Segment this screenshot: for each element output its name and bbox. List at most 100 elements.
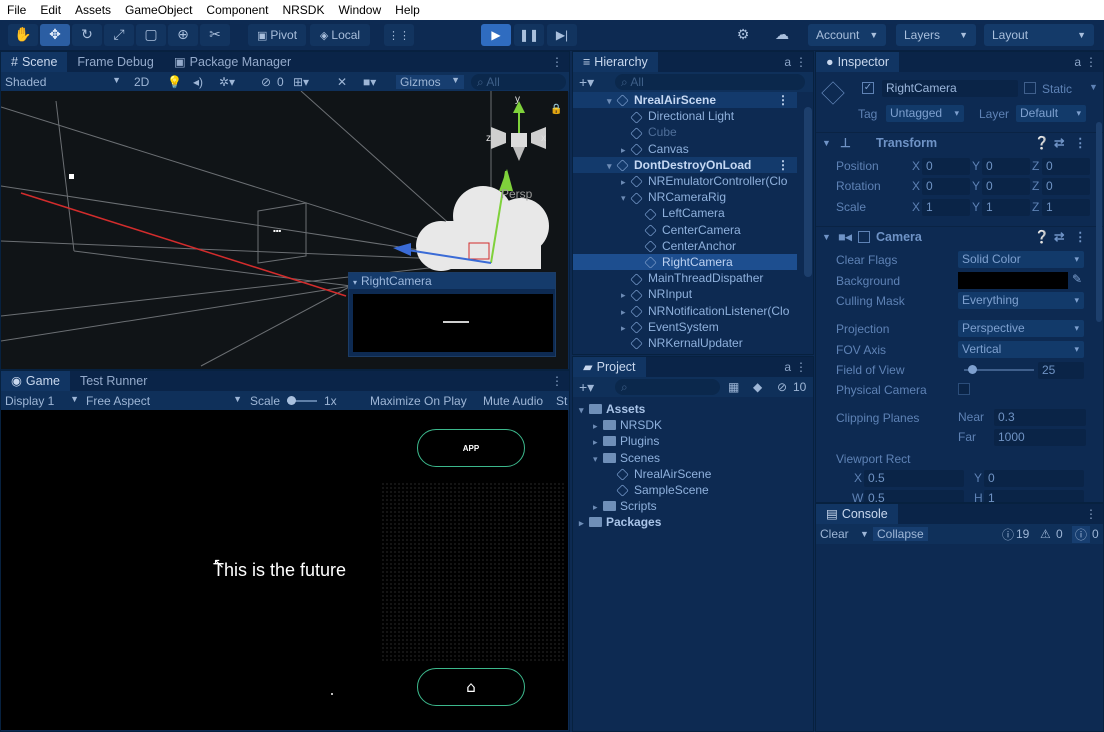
object-name-field[interactable]: RightCamera — [882, 80, 1018, 97]
2d-toggle[interactable]: 2D — [134, 75, 149, 89]
panel-menu-icon[interactable]: ⋮ — [551, 55, 563, 69]
fov-field[interactable]: 25 — [1038, 362, 1084, 379]
tools-icon[interactable]: ✕ — [337, 75, 347, 89]
fold-arrow-icon[interactable]: ▸ — [593, 499, 603, 515]
menu-component[interactable]: Component — [199, 0, 275, 20]
hidden-packages-icon[interactable]: ⊘ — [777, 380, 787, 394]
menu-help[interactable]: Help — [388, 0, 427, 20]
position-z-axis-label[interactable]: Z — [1032, 159, 1039, 173]
project-row[interactable]: ▾ Assets — [579, 401, 645, 417]
account-dropdown[interactable]: Account ▼ — [808, 24, 886, 46]
scene-viewport[interactable]: ▪▪▪ Persp y z x 🔒 ▾ RightCamera — [1, 91, 568, 369]
hand-tool-button[interactable]: ✋ — [8, 24, 38, 46]
hierarchy-row[interactable]: CenterAnchor — [573, 238, 797, 254]
tab-inspector[interactable]: ● Inspector — [816, 52, 899, 72]
scene-menu-icon[interactable]: ⋮ — [777, 157, 789, 173]
project-row[interactable]: ▸ Packages — [579, 514, 661, 530]
chevron-down-icon[interactable]: ▼ — [860, 529, 869, 539]
project-row[interactable]: ▸ NRSDK — [593, 417, 662, 433]
shading-dropdown[interactable]: Shaded ▼ — [5, 75, 121, 89]
tab-project[interactable]: ▰ Project — [573, 357, 646, 377]
scale-z-axis-label[interactable]: Z — [1032, 200, 1039, 214]
audio-icon[interactable]: ◂) — [193, 75, 203, 89]
transform-tool-button[interactable]: ⊕ — [168, 24, 198, 46]
gizmos-dropdown[interactable]: Gizmos ▼ — [396, 75, 464, 89]
collapse-toggle[interactable]: Collapse — [873, 527, 928, 541]
fold-arrow-icon[interactable]: ▾ — [593, 451, 603, 467]
menu-window[interactable]: Window — [331, 0, 388, 20]
project-row[interactable]: ▾ Scenes — [593, 450, 660, 466]
effects-icon[interactable]: ✲▾ — [219, 75, 235, 89]
visibility-icon[interactable]: ⊘ — [261, 75, 271, 89]
fold-arrow-icon[interactable]: ▾ — [607, 93, 617, 108]
stats-toggle[interactable]: St — [556, 394, 567, 408]
display-dropdown[interactable]: Display 1 ▼ — [5, 394, 79, 408]
hierarchy-row[interactable]: RightCamera — [573, 254, 797, 270]
aspect-dropdown[interactable]: Free Aspect ▼ — [86, 394, 242, 408]
hierarchy-row[interactable]: ▸ NRNotificationListener(Clo — [573, 303, 797, 319]
scale-slider[interactable] — [287, 396, 317, 405]
menu-nrsdk[interactable]: NRSDK — [275, 0, 331, 20]
hierarchy-row[interactable]: NRKernalUpdater — [573, 335, 797, 351]
rotation-z-field[interactable]: 0 — [1042, 178, 1090, 195]
hierarchy-scrollbar[interactable] — [804, 107, 812, 277]
position-y-axis-label[interactable]: Y — [972, 159, 980, 173]
hierarchy-row[interactable]: CenterCamera — [573, 222, 797, 238]
layout-dropdown[interactable]: Layout ▼ — [984, 24, 1094, 46]
presets-icon[interactable]: ⇄ — [1054, 227, 1064, 247]
active-checkbox[interactable]: ✓ — [862, 82, 874, 94]
scene-search-input[interactable]: ⌕ All — [471, 74, 566, 90]
inspector-scrollbar[interactable] — [1096, 122, 1102, 322]
panel-menu-icon[interactable]: ⋮ — [551, 374, 563, 388]
filter-label-icon[interactable]: ◆ — [753, 380, 762, 394]
fold-arrow-icon[interactable]: ▸ — [593, 418, 603, 434]
camera-enabled-checkbox[interactable] — [858, 231, 870, 243]
position-y-field[interactable]: 0 — [982, 158, 1030, 175]
fov-axis-dropdown[interactable]: Vertical — [958, 341, 1084, 358]
rotate-tool-button[interactable]: ↻ — [72, 24, 102, 46]
rect-tool-button[interactable]: ▢ — [136, 24, 166, 46]
position-z-field[interactable]: 0 — [1042, 158, 1090, 175]
project-search-input[interactable]: ⌕ — [615, 379, 720, 395]
rotation-x-field[interactable]: 0 — [922, 178, 970, 195]
tab-scene[interactable]: # Scene — [1, 52, 68, 72]
camera-header[interactable]: ▼ ■◂ Camera ❔ ⇄ ⋮ — [816, 226, 1103, 246]
hierarchy-row[interactable]: MainThreadDispather — [573, 270, 797, 286]
tab-package-manager[interactable]: ▣ Package Manager — [164, 52, 301, 72]
tag-dropdown[interactable]: Untagged — [886, 105, 964, 122]
hierarchy-row[interactable]: ▸ NREmulatorController(Clo — [573, 173, 797, 189]
near-field[interactable]: 0.3 — [994, 409, 1086, 426]
clear-flags-dropdown[interactable]: Solid Color — [958, 251, 1084, 268]
hierarchy-row[interactable]: ▸ Canvas — [573, 141, 797, 157]
move-tool-button[interactable]: ✥ — [40, 24, 70, 46]
hierarchy-row[interactable]: Directional Light — [573, 108, 797, 124]
fov-slider[interactable] — [964, 365, 1034, 374]
chevron-down-icon[interactable]: ▼ — [1089, 82, 1098, 92]
lock-icon[interactable]: a — [784, 360, 791, 374]
grid-toggle-icon[interactable]: ⊞▾ — [293, 75, 309, 89]
viewport-w-field[interactable]: 0.5 — [864, 490, 964, 502]
component-menu-icon[interactable]: ⋮ — [1074, 227, 1087, 247]
menu-file[interactable]: File — [0, 0, 33, 20]
add-object-button[interactable]: +▾ — [579, 74, 594, 91]
cloud-button[interactable]: ☁ — [768, 24, 796, 46]
lock-icon[interactable]: a — [784, 55, 791, 69]
clear-button[interactable]: Clear — [820, 527, 849, 541]
eyedropper-icon[interactable]: ✎ — [1072, 272, 1082, 286]
rotation-y-axis-label[interactable]: Y — [972, 179, 980, 193]
help-icon[interactable]: ❔ — [1034, 133, 1050, 153]
grid-snap-button[interactable]: ⋮⋮ — [384, 24, 414, 46]
tab-console[interactable]: ▤ Console — [816, 504, 898, 524]
rotation-x-axis-label[interactable]: X — [912, 179, 920, 193]
tab-test-runner[interactable]: Test Runner — [70, 371, 157, 391]
viewport-y-field[interactable]: 0 — [984, 470, 1084, 487]
orientation-gizmo[interactable]: y z x — [486, 94, 546, 161]
play-button[interactable]: ▶ — [481, 24, 511, 46]
project-row[interactable]: NrealAirScene — [607, 466, 711, 482]
game-viewport[interactable]: APP This is the future ↖ ⌂ — [1, 410, 568, 730]
pivot-toggle[interactable]: ▣ Pivot — [248, 24, 306, 46]
tab-game[interactable]: ◉ Game — [1, 371, 70, 391]
far-field[interactable]: 1000 — [994, 429, 1086, 446]
hierarchy-row[interactable]: ▾ DontDestroyOnLoad ⋮ — [573, 156, 797, 173]
rotation-y-field[interactable]: 0 — [982, 178, 1030, 195]
